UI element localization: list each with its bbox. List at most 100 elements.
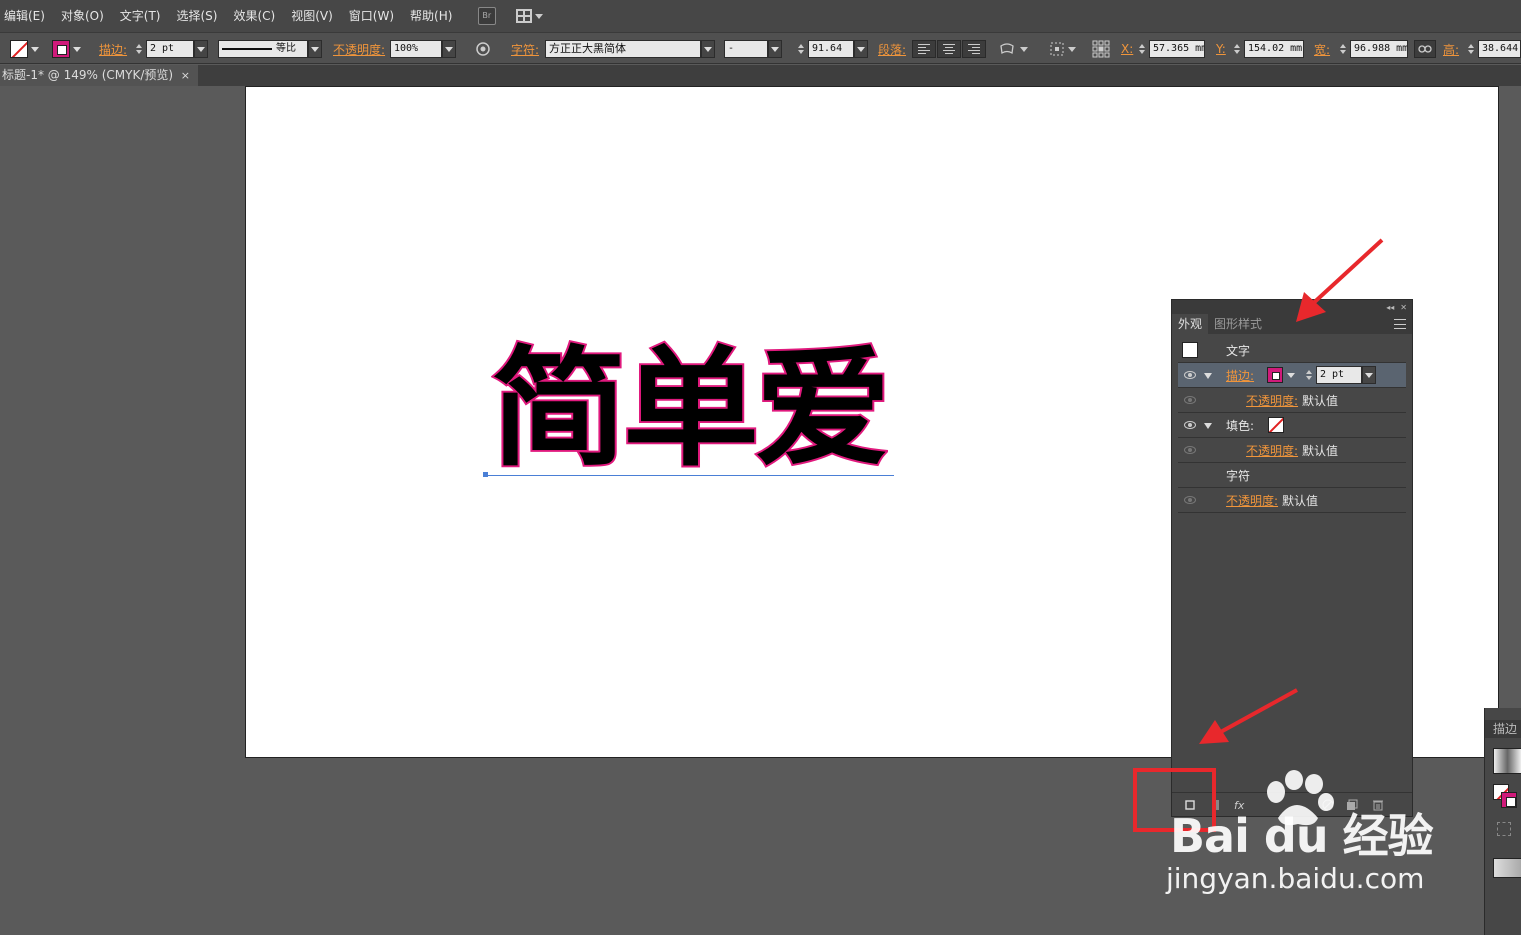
appearance-row-object[interactable]: 文字 xyxy=(1178,338,1406,363)
visibility-eye-icon[interactable] xyxy=(1184,496,1196,504)
fill-dropdown[interactable] xyxy=(28,40,42,58)
stroke-row-swatch-dropdown[interactable] xyxy=(1284,366,1298,384)
stroke-swatch-control[interactable] xyxy=(52,39,84,59)
arrange-documents-button[interactable] xyxy=(516,9,544,23)
close-panel-icon[interactable]: ✕ xyxy=(1400,303,1407,312)
menu-help[interactable]: 帮助(H) xyxy=(402,0,460,32)
fill-swatch-control[interactable] xyxy=(10,39,42,59)
stroke-profile-dropdown[interactable] xyxy=(308,40,322,58)
text-anchor-point[interactable] xyxy=(483,472,488,477)
menu-view[interactable]: 视图(V) xyxy=(283,0,341,32)
x-field[interactable]: 57.365 mm xyxy=(1149,40,1205,58)
opacity-row-label[interactable]: 不透明度: xyxy=(1226,492,1278,509)
stroke-row-label[interactable]: 描边: xyxy=(1226,367,1254,384)
y-stepper[interactable] xyxy=(1232,40,1242,58)
reference-point-icon[interactable] xyxy=(1092,40,1110,58)
appearance-row-stroke[interactable]: 描边: 2 pt xyxy=(1178,363,1406,388)
close-icon[interactable]: × xyxy=(181,65,190,86)
panel-menu-icon[interactable] xyxy=(1394,319,1406,329)
stroke-label[interactable]: 描边: xyxy=(99,41,127,58)
appearance-row-stroke-opacity[interactable]: 不透明度: 默认值 xyxy=(1178,388,1406,413)
character-label[interactable]: 字符: xyxy=(511,41,539,58)
align-right-button[interactable] xyxy=(962,40,986,58)
opacity-label[interactable]: 不透明度: xyxy=(333,41,385,58)
watermark-brand: Bai du 经验 xyxy=(1170,809,1434,863)
menu-edit[interactable]: 编辑(E) xyxy=(0,0,53,32)
fill-row-swatch[interactable] xyxy=(1268,417,1284,433)
x-stepper[interactable] xyxy=(1137,40,1147,58)
stroke-weight-dropdown[interactable] xyxy=(194,40,208,58)
menu-object[interactable]: 对象(O) xyxy=(53,0,112,32)
visibility-eye-icon[interactable] xyxy=(1184,371,1196,379)
visibility-eye-icon[interactable] xyxy=(1184,396,1196,404)
height-field[interactable]: 38.644 xyxy=(1478,40,1521,58)
link-proportions-icon[interactable] xyxy=(1414,40,1436,58)
y-label[interactable]: Y: xyxy=(1216,42,1226,56)
artwork-text[interactable]: 简单爱 xyxy=(489,343,893,476)
isolate-icon[interactable] xyxy=(1048,40,1066,58)
tab-appearance[interactable]: 外观 xyxy=(1172,314,1209,334)
stroke-line-icon xyxy=(222,48,272,50)
warp-dropdown-icon[interactable] xyxy=(1020,46,1028,52)
visibility-eye-icon[interactable] xyxy=(1184,446,1196,454)
swap-icon[interactable] xyxy=(1497,822,1511,836)
opacity-field[interactable]: 100% xyxy=(390,40,442,58)
stroke-profile-field[interactable]: 等比 xyxy=(218,40,308,58)
font-style-dropdown[interactable] xyxy=(768,40,782,58)
document-tab[interactable]: 标题-1* @ 149% (CMYK/预览) × xyxy=(0,65,198,86)
align-center-button[interactable] xyxy=(937,40,961,58)
stroke-swatch[interactable] xyxy=(52,40,70,58)
isolate-dropdown-icon[interactable] xyxy=(1068,46,1076,52)
menu-select[interactable]: 选择(S) xyxy=(168,0,225,32)
appearance-row-characters[interactable]: 字符 xyxy=(1178,463,1406,488)
stroke-opacity-label[interactable]: 不透明度: xyxy=(1246,392,1298,409)
fill-row-label[interactable]: 填色: xyxy=(1226,417,1254,434)
stroke-row-swatch[interactable] xyxy=(1267,367,1283,383)
panel-titlebar[interactable]: ◂◂ ✕ xyxy=(1172,300,1412,314)
height-label[interactable]: 高: xyxy=(1443,41,1459,58)
twirl-down-icon[interactable] xyxy=(1204,373,1212,379)
fill-stroke-swatch-icon[interactable] xyxy=(1493,784,1517,808)
font-style-field[interactable]: - xyxy=(724,40,768,58)
collapse-icon[interactable]: ◂◂ xyxy=(1386,303,1394,312)
stroke-weight-field[interactable]: 2 pt xyxy=(146,40,194,58)
recolor-artwork-icon[interactable] xyxy=(474,40,492,58)
x-label[interactable]: X: xyxy=(1121,42,1133,56)
tab-graphic-styles[interactable]: 图形样式 xyxy=(1208,314,1268,334)
stroke-row-weight-field[interactable]: 2 pt xyxy=(1316,366,1362,384)
gradient-bar[interactable] xyxy=(1493,858,1521,878)
fill-opacity-label[interactable]: 不透明度: xyxy=(1246,442,1298,459)
stroke-panel-title[interactable]: 描边 xyxy=(1485,720,1521,738)
width-label[interactable]: 宽: xyxy=(1314,41,1330,58)
height-stepper[interactable] xyxy=(1466,40,1476,58)
fill-none-swatch[interactable] xyxy=(10,40,28,58)
menu-effect[interactable]: 效果(C) xyxy=(225,0,283,32)
appearance-row-opacity[interactable]: 不透明度: 默认值 xyxy=(1178,488,1406,513)
y-field[interactable]: 154.02 mm xyxy=(1244,40,1304,58)
appearance-list: 文字 描边: 2 pt 不透明度: 默认值 填色: 不透明度: 默认值 字符 不… xyxy=(1178,338,1406,513)
font-size-field[interactable]: 91.64 xyxy=(808,40,854,58)
bridge-icon[interactable] xyxy=(478,7,497,25)
font-size-dropdown[interactable] xyxy=(854,40,868,58)
visibility-eye-icon[interactable] xyxy=(1184,421,1196,429)
appearance-row-fill[interactable]: 填色: xyxy=(1178,413,1406,438)
align-left-button[interactable] xyxy=(912,40,936,58)
stroke-row-weight-dropdown[interactable] xyxy=(1362,366,1376,384)
stroke-swatch-dropdown[interactable] xyxy=(70,40,84,58)
width-field[interactable]: 96.988 mm xyxy=(1350,40,1408,58)
font-family-dropdown[interactable] xyxy=(701,40,715,58)
font-size-stepper[interactable] xyxy=(796,40,806,58)
menu-type[interactable]: 文字(T) xyxy=(112,0,169,32)
width-stepper[interactable] xyxy=(1338,40,1348,58)
stroke-panel: 描边 xyxy=(1484,708,1521,935)
gradient-swatch[interactable] xyxy=(1493,748,1521,774)
menu-window[interactable]: 窗口(W) xyxy=(341,0,402,32)
paragraph-label[interactable]: 段落: xyxy=(878,41,906,58)
warp-icon[interactable] xyxy=(998,40,1016,58)
appearance-row-fill-opacity[interactable]: 不透明度: 默认值 xyxy=(1178,438,1406,463)
stroke-row-weight-stepper[interactable] xyxy=(1304,366,1314,384)
stroke-weight-stepper[interactable] xyxy=(134,40,144,58)
opacity-dropdown[interactable] xyxy=(442,40,456,58)
twirl-down-icon[interactable] xyxy=(1204,423,1212,429)
font-family-field[interactable]: 方正正大黑简体 xyxy=(545,40,701,58)
